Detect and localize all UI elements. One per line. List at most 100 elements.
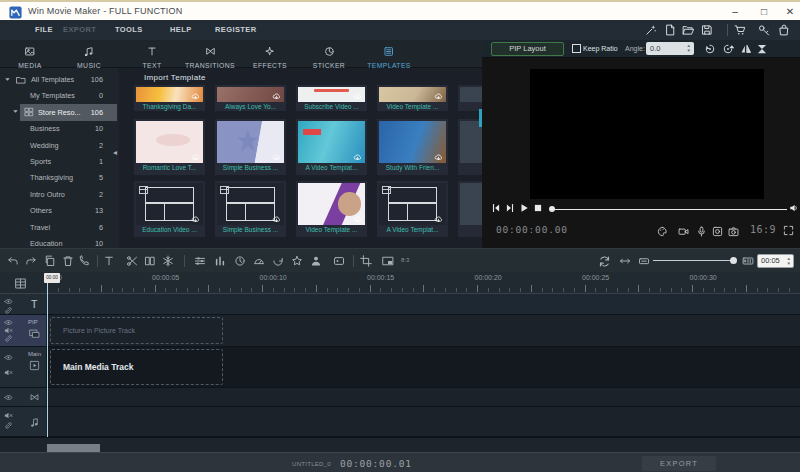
pip-layout-button[interactable]: PIP Layout [491,42,564,56]
import-template-button[interactable]: Import Template [144,73,206,82]
sidebar-item-wedding[interactable]: Wedding2 [0,137,119,153]
template-item-partial[interactable] [458,119,482,175]
template-item[interactable]: Romantic Love T... [134,119,205,175]
add-text-icon[interactable] [103,255,115,267]
transition-track-header[interactable] [0,388,46,407]
template-item-partial[interactable] [458,85,482,111]
template-item[interactable]: A Video Templat... [296,119,367,175]
mute-icon[interactable] [4,368,13,377]
open-folder-icon[interactable] [682,24,694,36]
menu-export[interactable]: EXPORT [63,20,96,40]
pip-track-header[interactable]: PIP [0,315,46,347]
menu-help[interactable]: HELP [170,20,192,40]
save-icon[interactable] [701,24,713,36]
main-track-lane[interactable]: Main Media Track [46,347,800,388]
link-icon[interactable] [4,306,13,315]
fullscreen-icon[interactable] [783,225,794,236]
template-item[interactable]: Simple Business ... [215,119,286,175]
sidebar-item-store-reso[interactable]: Store Reso...106 [0,104,119,120]
flip-vertical-icon[interactable] [756,43,768,55]
rotate-ccw-icon[interactable] [704,43,716,55]
menu-file[interactable]: FILE [35,20,53,40]
motion-tracking-icon[interactable] [310,255,322,267]
rotate-icon[interactable] [272,255,284,267]
audio-adjust-icon[interactable] [214,255,226,267]
record-screen-icon[interactable] [333,255,345,267]
speed-icon[interactable] [253,255,265,267]
menu-tools[interactable]: TOOLS [115,20,143,40]
caret-down-icon[interactable] [12,108,19,115]
tab-text[interactable]: TEXT [143,43,162,69]
sidebar-item-business[interactable]: Business10 [0,121,119,137]
sidebar-item-my-templates[interactable]: My Templates0 [0,88,119,104]
close-button[interactable]: ✕ [781,4,799,20]
caret-down-icon[interactable] [4,76,11,83]
timeline-ruler[interactable]: 00:0000:00:0500:00:1000:00:1500:00:2000:… [0,272,800,294]
crop-icon[interactable] [360,255,372,267]
mute-icon[interactable] [4,411,13,420]
sidebar-item-travel[interactable]: Travel6 [0,219,119,235]
delete-icon[interactable] [62,255,74,267]
detach-icon[interactable] [144,255,156,267]
minimize-button[interactable]: – [726,4,744,20]
pip-track-lane[interactable]: Picture in Picture Track [46,315,800,347]
sidebar-item-sports[interactable]: Sports1 [0,153,119,169]
eye-icon[interactable] [4,353,13,362]
bag-icon[interactable] [778,24,790,36]
timeline-zoom-slider[interactable] [653,260,733,261]
timeline-zoom-handle[interactable] [730,257,737,264]
cart-icon[interactable] [734,24,746,36]
transition-track-lane[interactable] [46,388,800,407]
text-track-lane[interactable] [46,294,800,315]
template-item[interactable]: Subscribe Video ... [296,85,367,111]
audio-mixer-icon[interactable] [194,255,206,267]
manage-tracks-icon[interactable] [14,277,27,290]
tab-sticker[interactable]: STICKER [313,43,345,69]
template-item[interactable]: Always Love Yo... [215,85,286,111]
flip-horizontal-icon[interactable] [740,43,752,55]
color-palette-icon[interactable] [657,226,668,237]
export-button[interactable]: EXPORT [642,456,716,471]
template-item-partial[interactable] [458,181,482,237]
pip-track-placeholder[interactable]: Picture in Picture Track [50,317,223,344]
playhead-flag[interactable]: 00:00 [44,273,60,283]
redo-icon[interactable] [25,255,37,267]
face-detect-icon[interactable] [712,226,723,237]
copy-icon[interactable] [44,255,56,267]
fit-timeline-icon[interactable] [619,255,631,267]
wand-icon[interactable] [645,24,657,36]
audio-track-header[interactable] [0,407,46,437]
template-item[interactable]: Video Template ... [377,85,448,111]
eye-icon[interactable] [4,297,13,306]
tab-templates[interactable]: TEMPLATES [367,43,411,69]
undo-icon[interactable] [7,255,19,267]
zoom-out-icon[interactable] [638,255,650,267]
template-item[interactable]: Thanksgiving Da... [134,85,205,111]
camcorder-icon[interactable] [678,226,689,237]
menu-register[interactable]: REGISTER [215,20,257,40]
sidebar-item-all-templates[interactable]: All Templates106 [0,72,119,88]
tab-media[interactable]: MEDIA [18,43,42,69]
pip-icon[interactable] [382,255,394,267]
volume-icon[interactable] [789,203,799,213]
play-button[interactable] [519,203,529,213]
tab-music[interactable]: MUSIC [77,43,101,69]
rotate-cw-icon[interactable] [722,43,734,55]
seek-bar[interactable] [555,209,787,211]
playhead-line[interactable] [47,282,48,437]
timeline-scrollbar-handle[interactable] [47,444,100,452]
microphone-icon[interactable] [696,226,707,237]
zoom-in-icon[interactable] [742,255,754,267]
main-track-placeholder[interactable]: Main Media Track [50,349,223,385]
duration-icon[interactable] [234,255,246,267]
next-frame-button[interactable] [505,203,515,213]
sidebar-item-thanksgiving[interactable]: Thanksgiving5 [0,170,119,186]
tab-effects[interactable]: EFFECTS [253,43,287,69]
text-track-header[interactable]: T [0,294,46,315]
template-item[interactable]: Study With Frien... [377,119,448,175]
duration-input[interactable]: 00:05▲▼ [757,254,794,268]
sidebar-collapse-icon[interactable]: ◂ [113,148,117,157]
key-icon[interactable] [758,24,770,36]
template-item[interactable]: Education Video ... [134,181,205,237]
eye-icon[interactable] [4,393,13,402]
